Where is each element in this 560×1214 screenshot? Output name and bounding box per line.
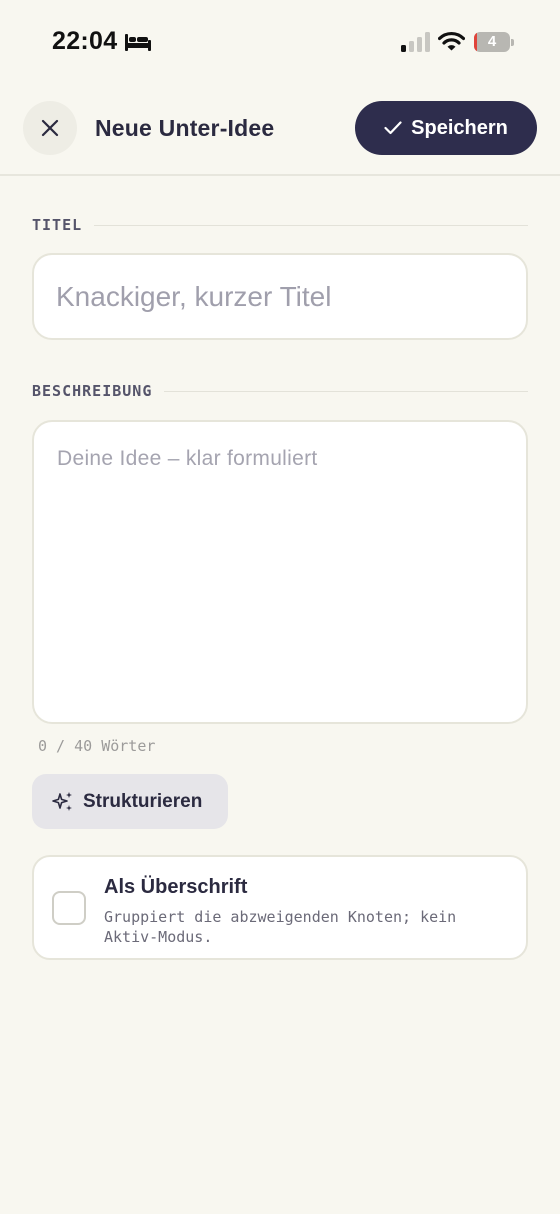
save-button[interactable]: Speichern <box>355 101 537 155</box>
checkmark-icon <box>384 121 402 135</box>
word-counter: 0 / 40 Wörter <box>38 737 156 755</box>
close-icon <box>41 119 59 137</box>
description-section-label: BESCHREIBUNG <box>32 382 528 400</box>
heading-option-description: Gruppiert die abzweigenden Knoten; kein … <box>104 908 457 946</box>
battery-level: 4 <box>487 33 497 50</box>
structure-button-label: Strukturieren <box>83 790 203 812</box>
title-input[interactable]: Knackiger, kurzer Titel <box>32 253 528 340</box>
save-button-label: Speichern <box>411 116 508 139</box>
description-textarea[interactable]: Deine Idee – klar formuliert <box>32 420 528 724</box>
heading-option-label: Als Überschrift <box>104 876 248 898</box>
sparkles-icon <box>52 791 72 811</box>
battery-indicator: 4 <box>474 32 514 52</box>
new-sub-idea-screen: 22:04 4 Neue Unter-Idee Speichern TITEL … <box>0 0 560 1214</box>
status-time: 22:04 <box>52 27 118 55</box>
divider <box>164 390 528 392</box>
divider <box>94 224 528 226</box>
page-title: Neue Unter-Idee <box>95 115 275 141</box>
description-placeholder: Deine Idee – klar formuliert <box>57 447 318 470</box>
heading-checkbox[interactable] <box>52 891 86 925</box>
structure-button[interactable]: Strukturieren <box>32 774 228 829</box>
status-bar: 22:04 4 <box>0 0 560 84</box>
description-label-text: BESCHREIBUNG <box>32 382 153 400</box>
close-button[interactable] <box>23 101 77 155</box>
wifi-icon <box>438 31 465 51</box>
cellular-signal-icon <box>401 32 430 52</box>
bed-icon <box>125 34 151 51</box>
title-section-label: TITEL <box>32 216 528 234</box>
heading-option-card[interactable]: Als Überschrift Gruppiert die abzweigend… <box>32 855 528 960</box>
header: Neue Unter-Idee Speichern <box>0 84 560 176</box>
title-placeholder: Knackiger, kurzer Titel <box>56 280 332 312</box>
title-label-text: TITEL <box>32 216 83 234</box>
